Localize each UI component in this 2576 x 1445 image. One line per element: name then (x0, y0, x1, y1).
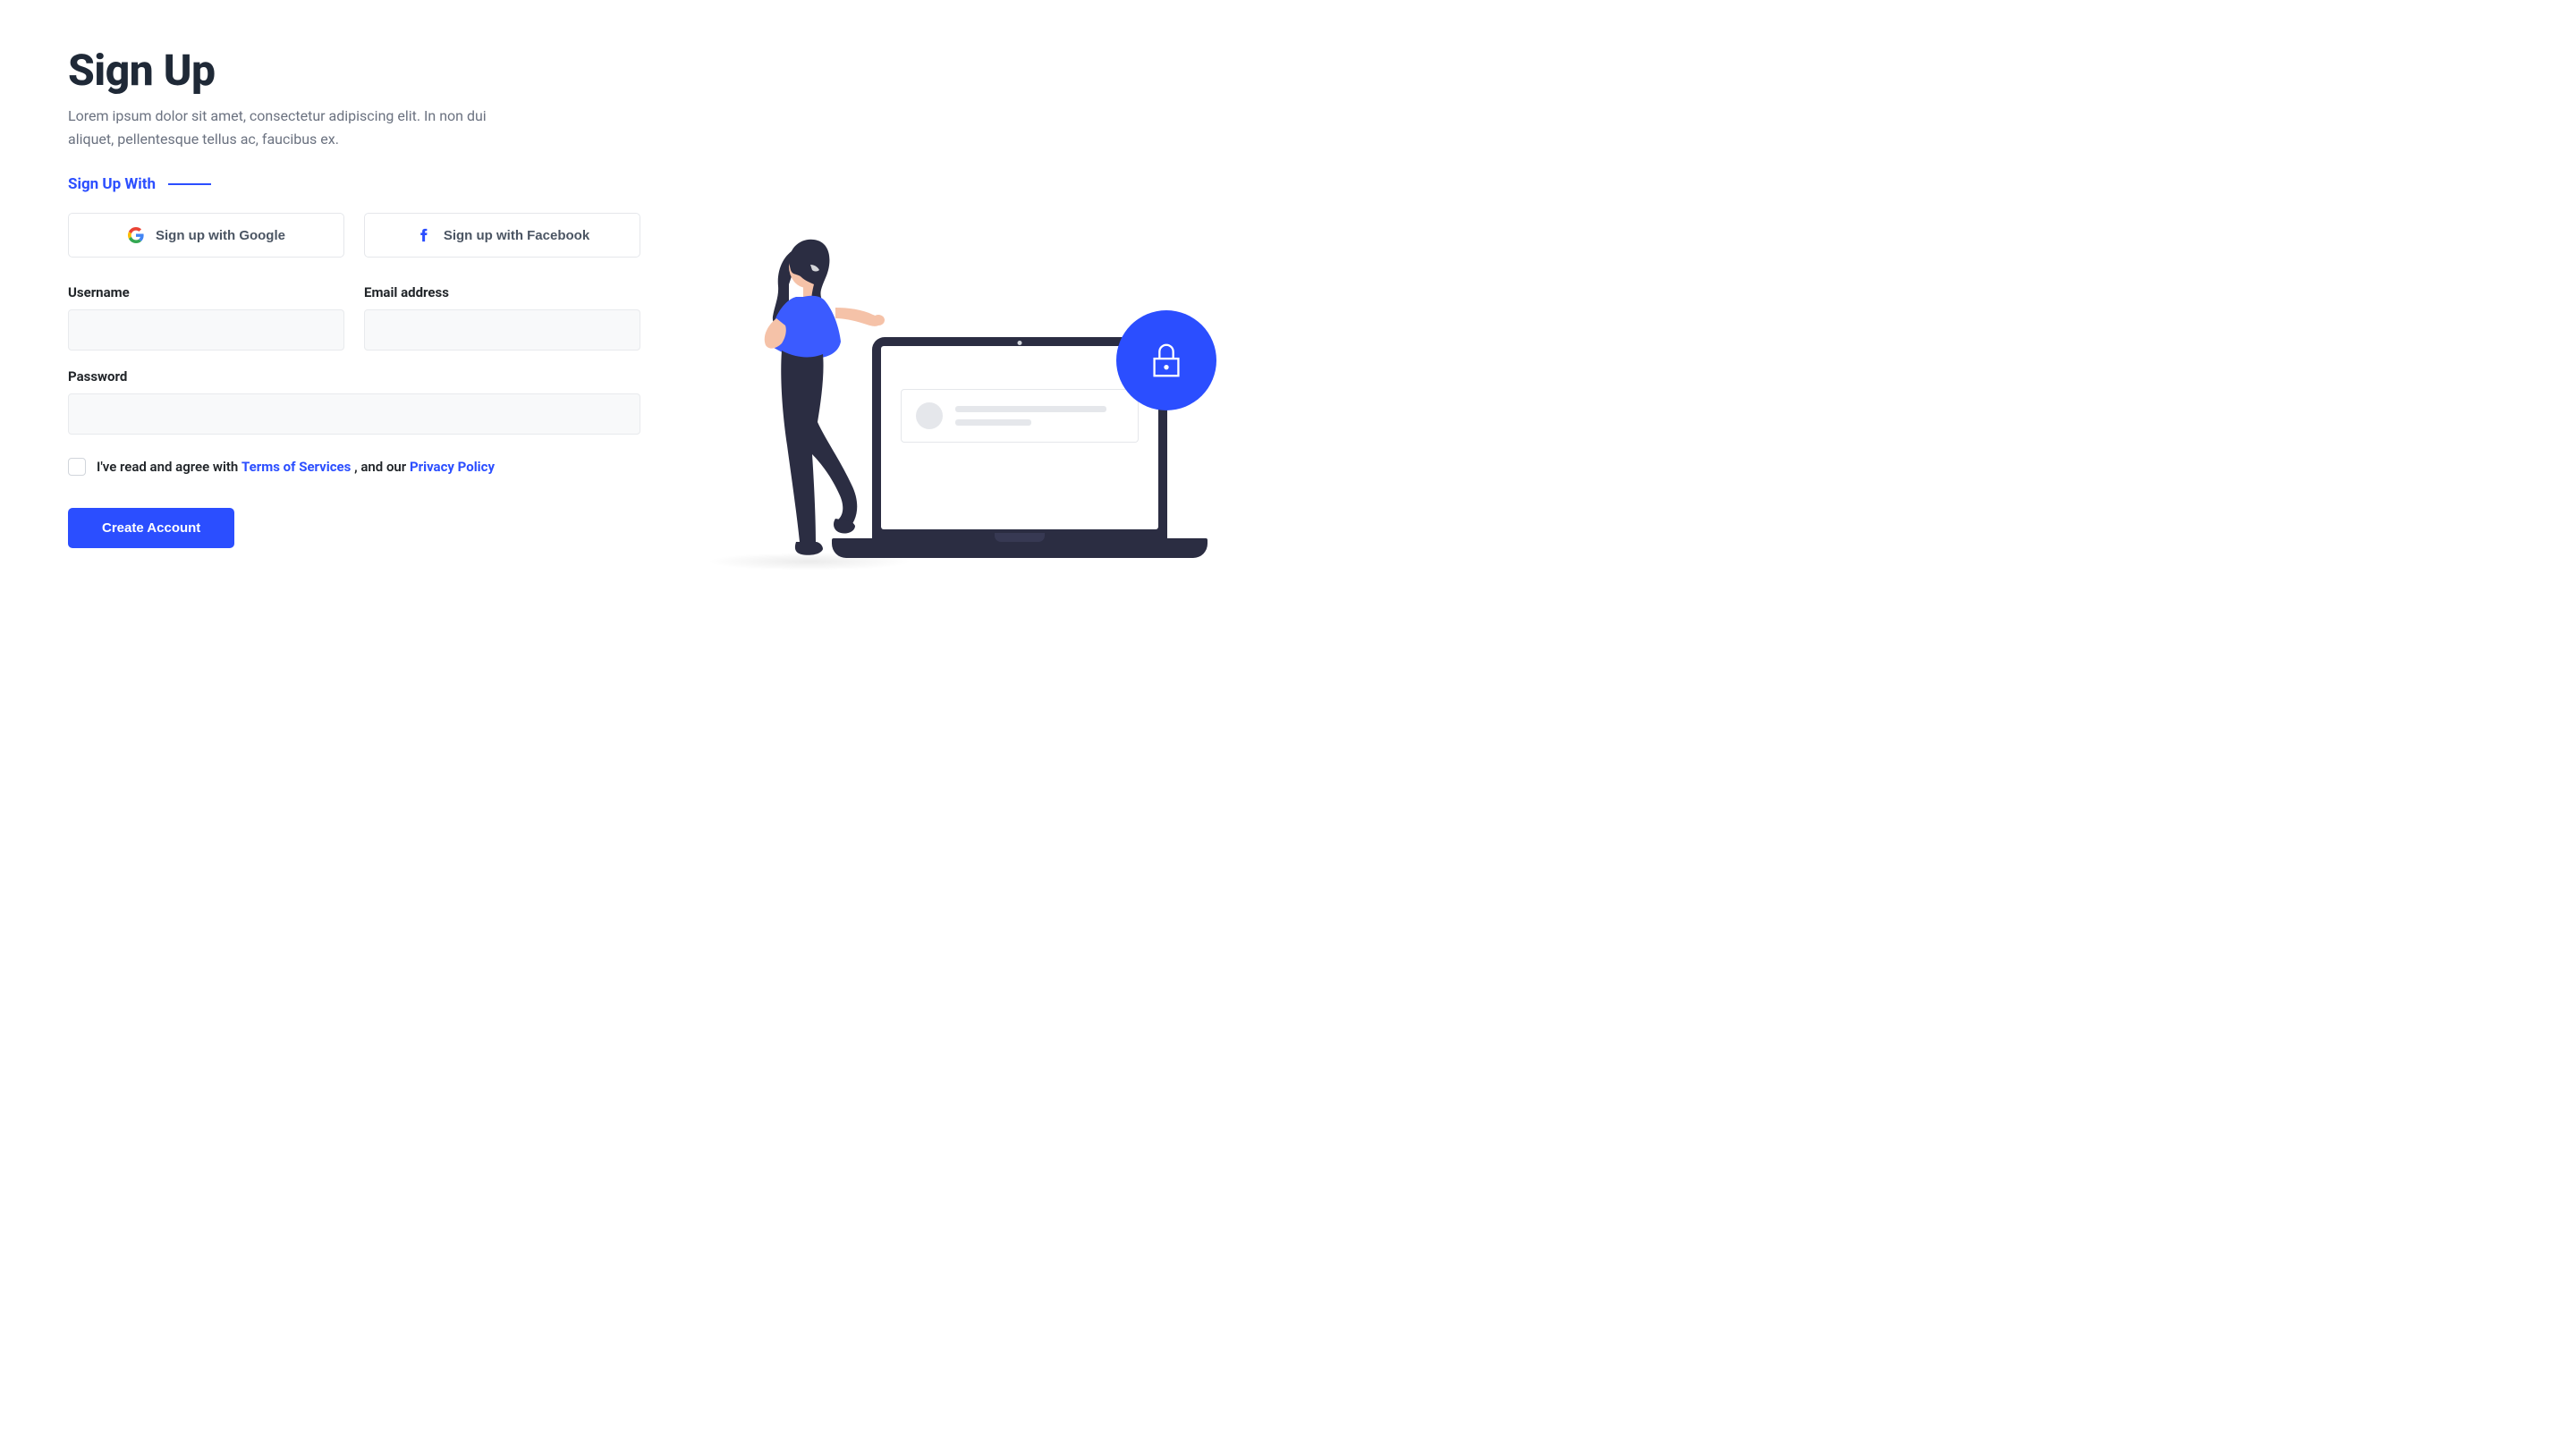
social-heading-row: Sign Up With (68, 175, 640, 193)
username-input[interactable] (68, 309, 344, 351)
username-group: Username (68, 284, 344, 351)
signup-illustration (707, 200, 1208, 567)
facebook-signup-button[interactable]: Sign up with Facebook (364, 213, 640, 258)
terms-text: I've read and agree with Terms of Servic… (97, 459, 495, 475)
create-account-button[interactable]: Create Account (68, 508, 234, 548)
facebook-button-label: Sign up with Facebook (444, 228, 589, 243)
signup-form-section: Sign Up Lorem ipsum dolor sit amet, cons… (68, 45, 640, 678)
email-label: Email address (364, 284, 640, 300)
person-graphic (750, 231, 897, 562)
social-buttons-row: Sign up with Google Sign up with Faceboo… (68, 213, 640, 258)
privacy-policy-link[interactable]: Privacy Policy (410, 459, 495, 475)
google-signup-button[interactable]: Sign up with Google (68, 213, 344, 258)
username-label: Username (68, 284, 344, 300)
lock-icon (1116, 310, 1216, 410)
social-heading: Sign Up With (68, 175, 156, 193)
terms-of-service-link[interactable]: Terms of Services (242, 459, 351, 475)
password-group: Password (68, 368, 640, 435)
email-group: Email address (364, 284, 640, 351)
google-icon (127, 226, 145, 244)
terms-checkbox[interactable] (68, 458, 86, 476)
facebook-icon (415, 226, 433, 244)
password-input[interactable] (68, 393, 640, 435)
decorative-line (168, 183, 211, 185)
terms-prefix: I've read and agree with (97, 459, 242, 475)
google-button-label: Sign up with Google (156, 228, 285, 243)
email-input[interactable] (364, 309, 640, 351)
page-title: Sign Up (68, 45, 640, 96)
terms-middle: , and our (351, 459, 410, 475)
password-label: Password (68, 368, 640, 384)
terms-row: I've read and agree with Terms of Servic… (68, 458, 640, 476)
illustration-section (694, 45, 1220, 678)
page-subtitle: Lorem ipsum dolor sit amet, consectetur … (68, 105, 533, 150)
